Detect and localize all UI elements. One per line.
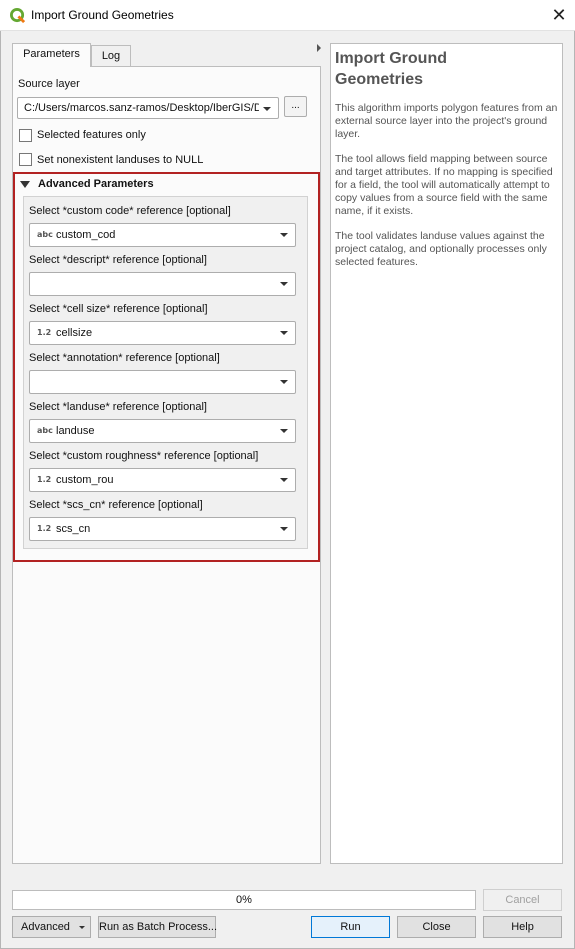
- run-button[interactable]: Run: [311, 916, 390, 938]
- help-title: Import Ground Geometries: [335, 50, 447, 88]
- panel-toggle-icon[interactable]: [317, 44, 321, 52]
- source-layer-label: Source layer: [18, 78, 80, 90]
- highlight-frame: [13, 172, 320, 562]
- chevron-down-icon: [79, 926, 85, 929]
- set-null-checkbox[interactable]: [19, 153, 32, 166]
- close-button[interactable]: Close: [397, 916, 476, 938]
- tab-parameters[interactable]: Parameters: [12, 43, 91, 67]
- window-title: Import Ground Geometries: [31, 8, 174, 22]
- selected-features-checkbox[interactable]: [19, 129, 32, 142]
- cancel-button[interactable]: Cancel: [483, 889, 562, 911]
- qgis-icon: [10, 8, 25, 23]
- title-bar: Import Ground Geometries ✕: [0, 0, 575, 31]
- help-button[interactable]: Help: [483, 916, 562, 938]
- help-paragraph: The tool allows field mapping between so…: [335, 153, 553, 217]
- help-paragraph: This algorithm imports polygon features …: [335, 102, 558, 140]
- progress-bar: 0%: [12, 890, 476, 910]
- tab-log[interactable]: Log: [91, 45, 131, 67]
- advanced-button[interactable]: Advanced: [12, 916, 91, 938]
- advanced-button-label: Advanced: [21, 921, 70, 933]
- source-layer-combo[interactable]: C:/Users/marcos.sanz-ramos/Desktop/IberG…: [17, 97, 279, 119]
- selected-features-label: Selected features only: [37, 129, 146, 141]
- chevron-down-icon: [263, 107, 271, 111]
- source-layer-value: C:/Users/marcos.sanz-ramos/Desktop/IberG…: [24, 102, 259, 114]
- set-null-label: Set nonexistent landuses to NULL: [37, 154, 204, 166]
- close-icon[interactable]: ✕: [547, 3, 571, 27]
- batch-process-button[interactable]: Run as Batch Process...: [98, 916, 217, 938]
- browse-button[interactable]: ...: [284, 96, 307, 117]
- help-paragraph: The tool validates landuse values agains…: [335, 230, 547, 268]
